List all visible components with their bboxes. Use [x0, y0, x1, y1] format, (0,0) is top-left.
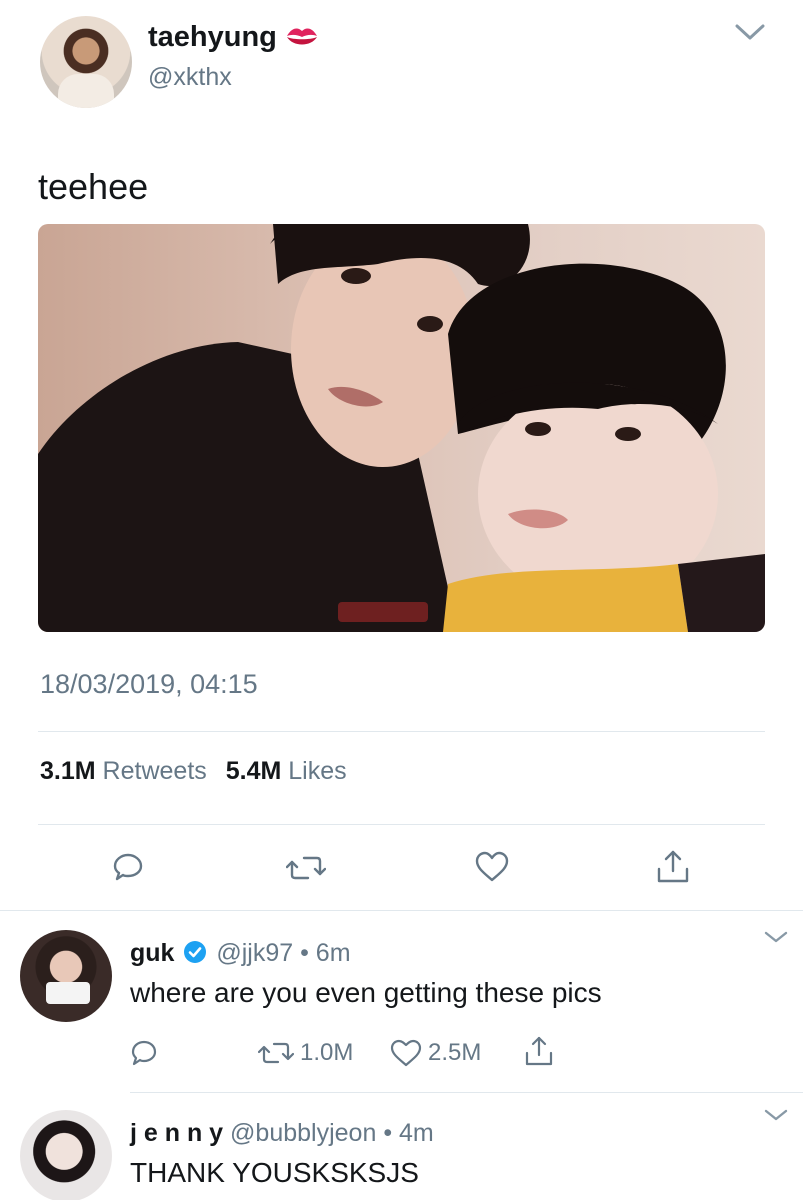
like-action[interactable]: 2.5M [390, 1038, 481, 1068]
reply-text: THANK YOUSKSKSJS [130, 1157, 419, 1188]
retweets-count[interactable]: 3.1M [40, 757, 96, 785]
reply-time[interactable]: • 4m [383, 1119, 433, 1147]
reply-text: where are you even getting these pics [130, 977, 602, 1008]
reply-like-count: 2.5M [428, 1039, 482, 1066]
retweets-label[interactable]: Retweets [103, 757, 207, 785]
reply-handle[interactable]: @bubblyjeon [230, 1119, 376, 1147]
reply-header: guk @jjk97 • 6m [130, 938, 351, 968]
share-icon[interactable] [656, 849, 690, 885]
retweet-icon [257, 1040, 295, 1066]
tweet-photo[interactable] [38, 224, 765, 632]
divider [130, 1092, 803, 1093]
like-heart-icon [390, 1039, 422, 1067]
reply-retweet-count: 1.0M [300, 1039, 354, 1066]
reply-display-name[interactable]: guk [130, 939, 174, 967]
reply-time[interactable]: • 6m [300, 939, 350, 967]
reply-avatar[interactable] [20, 930, 112, 1022]
reply-header: j e n n y @bubblyjeon • 4m [130, 1118, 434, 1148]
reply-avatar[interactable] [20, 1110, 112, 1200]
tweet-timestamp[interactable]: 18/03/2019, 04:15 [40, 668, 258, 700]
retweet-action[interactable]: 1.0M [257, 1038, 354, 1068]
reply-display-name[interactable]: j e n n y [130, 1119, 223, 1147]
author-display-name[interactable]: taehyung [148, 20, 277, 54]
engagement-stats: 3.1M Retweets 5.4M Likes [40, 756, 347, 786]
tweet-text: teehee [38, 166, 149, 207]
likes-label[interactable]: Likes [288, 757, 346, 785]
author-handle[interactable]: @xkthx [148, 62, 232, 92]
reply-icon[interactable] [130, 1039, 158, 1067]
divider [38, 824, 765, 825]
reply-handle[interactable]: @jjk97 [216, 939, 293, 967]
verified-badge-icon [183, 940, 207, 964]
like-heart-icon[interactable] [475, 851, 509, 883]
divider [0, 910, 803, 911]
chevron-down-icon[interactable] [734, 22, 766, 42]
kiss-mark-icon [284, 24, 320, 50]
divider [38, 731, 765, 732]
likes-count[interactable]: 5.4M [226, 757, 282, 785]
chevron-down-icon[interactable] [764, 1108, 788, 1122]
share-icon[interactable] [524, 1035, 554, 1067]
chevron-down-icon[interactable] [764, 930, 788, 944]
retweet-icon[interactable] [286, 853, 326, 883]
author-avatar[interactable] [40, 16, 132, 108]
reply-icon[interactable] [112, 851, 144, 883]
